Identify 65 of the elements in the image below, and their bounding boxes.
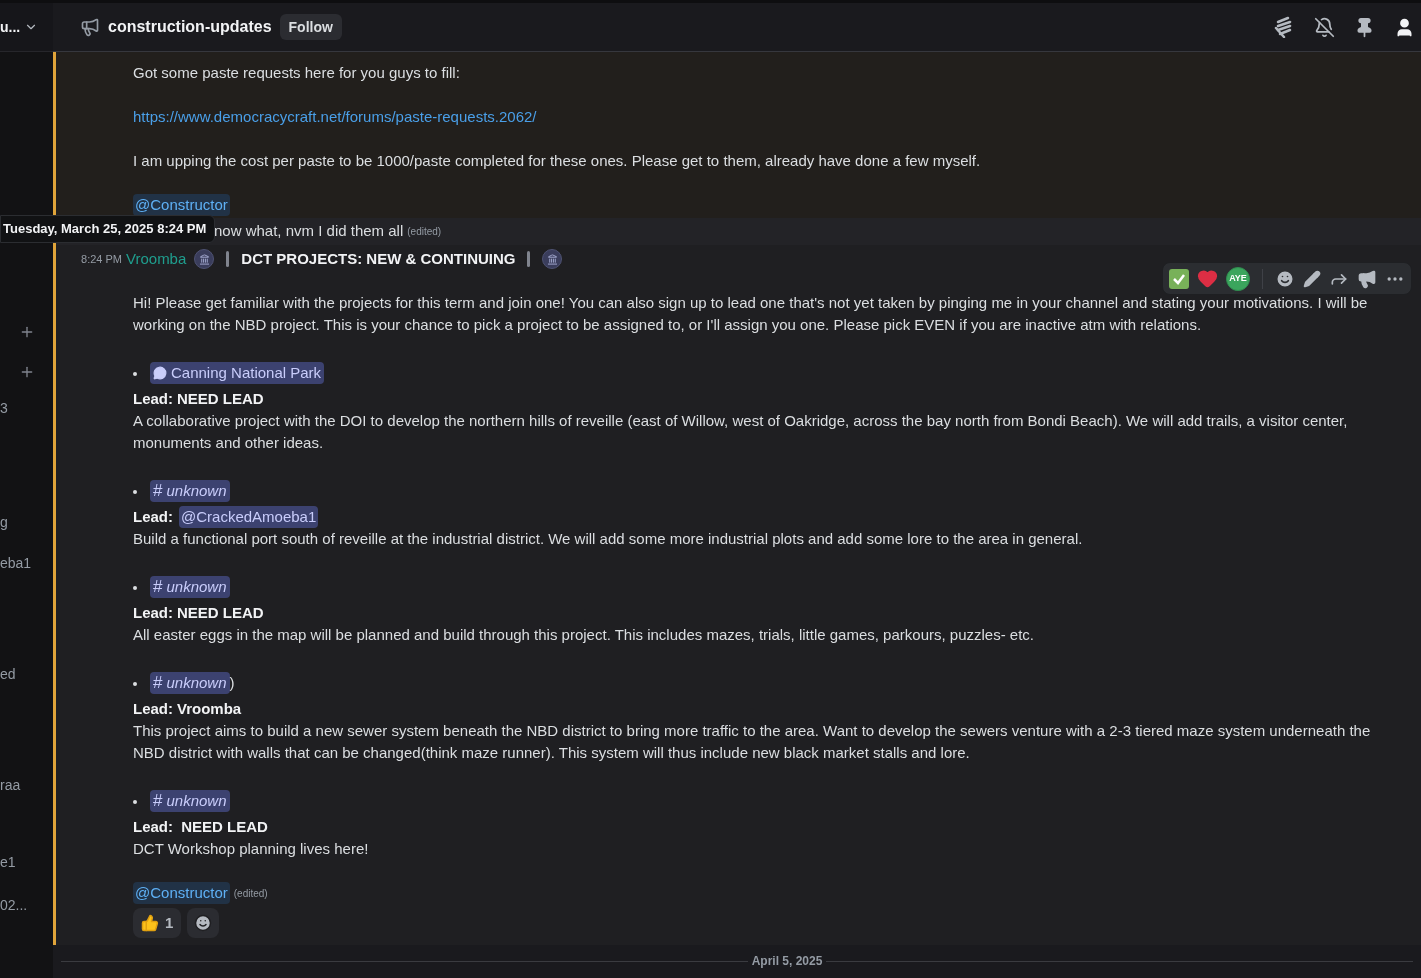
server-name[interactable]: u... [0, 16, 21, 38]
role-badge-icon [542, 249, 563, 269]
edited-label: (edited) [233, 886, 268, 901]
channel-title: construction-updates [108, 17, 272, 37]
bell-off-icon[interactable] [1314, 16, 1335, 38]
forum-icon [153, 366, 167, 380]
user-mention[interactable]: @Constructor [133, 882, 230, 904]
channel-mention[interactable]: # unknown [150, 672, 230, 694]
check-emoji-icon[interactable] [1169, 268, 1189, 289]
channel-name[interactable]: raa [0, 776, 53, 794]
bullet-icon [133, 372, 137, 376]
edited-label: (edited) [407, 225, 442, 239]
channel-name[interactable]: g [0, 513, 53, 531]
lead-label: Lead: [133, 817, 173, 837]
lead-name: NEED LEAD [177, 389, 264, 409]
thumbs-up-icon [141, 914, 159, 932]
project-description: All easter eggs in the map will be planned and build through this project. This includes mazes, trials, little games, parkours, puzzles- etc. [133, 625, 1035, 645]
project-description: Build a functional port south of reveille at the industrial district. We will add some more industrial plots and add some lore to the area in general. [133, 529, 1084, 549]
bullet-icon [133, 586, 137, 590]
lead-name: NEED LEAD [180, 817, 268, 837]
message-text: I am upping the cost per paste to be 1000/paste completed for these ones. Please get to them, already have done a few myself. [133, 151, 982, 171]
message-title: DCT PROJECTS: NEW & CONTINUING [241, 248, 516, 269]
message-text: Got some paste requests here for you guys to fill: [133, 63, 461, 83]
follow-button[interactable]: Follow [279, 14, 342, 40]
channel-mention[interactable]: # unknown [150, 480, 230, 502]
reaction-button[interactable]: 1 [133, 908, 182, 938]
message-time: 8:24 PM [80, 251, 123, 267]
role-badge-icon [194, 249, 215, 269]
user-mention[interactable]: @Constructor [133, 194, 230, 216]
channel-mention[interactable]: # unknown [150, 576, 230, 598]
add-reaction-button[interactable] [187, 908, 220, 938]
bullet-icon [133, 682, 137, 686]
message-text: Hi! Please get familiar with the projects for this term and join one! You can also sign up to lead one that's not yet taken by pinging me in your channel and stating your motivations. I will be working on the NBD project. This is your chance to pick a project to be assigned to, or I'll assign you one. Please pick EVEN if you are inactive atm with relations. [133, 293, 1369, 335]
plus-icon [19, 364, 35, 380]
project-description: This project aims to build a new sewer system beneath the NBD district to bring more traffic to the area. Want to develop the sewers venture with a 2-3 tiered maze system underneath the NBD district with walls that can be changed(think maze runner). This system will thus include new black market stalls and lore. [133, 721, 1372, 763]
bullet-icon [133, 800, 137, 804]
project-description: A collaborative project with the DOI to develop the northern hills of reveille (east of Willow, west of Oakridge, across the bay north from Bondi Beach). We will add trails, a visitor center, monuments and other ideas. [133, 411, 1349, 453]
megaphone-icon [80, 17, 100, 37]
channel-name[interactable]: ed [0, 665, 53, 683]
message-text: ) [229, 673, 235, 693]
channel-mention[interactable]: Canning National Park [150, 362, 325, 384]
emoji-icon[interactable] [1275, 268, 1295, 289]
lead-name: Vroomba [177, 699, 242, 719]
plus-icon [19, 324, 35, 340]
lead-label: Lead: [133, 603, 173, 623]
lead-label: Lead: [133, 389, 173, 409]
project-description: DCT Workshop planning lives here! [133, 839, 370, 859]
emoji-icon [194, 914, 213, 932]
channel-name[interactable]: 3 [0, 399, 53, 417]
message-text: now what, nvm I did them all [214, 221, 404, 242]
channel-name[interactable]: 02... [0, 896, 53, 914]
edit-icon[interactable] [1303, 269, 1321, 288]
timestamp-tooltip: Tuesday, March 25, 2025 8:24 PM [0, 215, 216, 243]
author-name[interactable]: Vroomba [126, 247, 187, 271]
heart-icon[interactable] [1197, 268, 1218, 289]
bullet-icon [133, 490, 137, 494]
lead-label: Lead: [133, 507, 173, 527]
megaphone-icon[interactable] [1357, 268, 1377, 289]
channel-name[interactable]: e1 [0, 853, 53, 871]
channel-name[interactable]: eba1 [0, 554, 53, 572]
channel-mention[interactable]: # unknown [150, 790, 230, 812]
lead-label: Lead: [133, 699, 173, 719]
lead-name: NEED LEAD [177, 603, 264, 623]
forum-link[interactable]: https://www.democracycraft.net/forums/paste-requests.2062/ [133, 108, 537, 125]
user-mention[interactable]: @CrackedAmoeba1 [179, 506, 319, 528]
